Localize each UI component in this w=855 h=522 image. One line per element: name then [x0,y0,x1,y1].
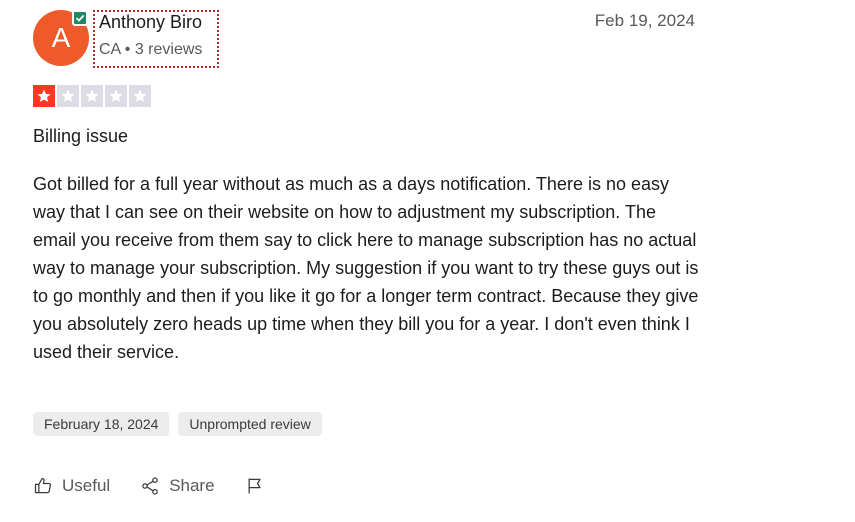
thumbs-up-icon [34,477,51,494]
share-label: Share [169,476,215,495]
verified-badge-icon [72,10,88,26]
report-button[interactable] [245,476,265,496]
review-type-tag[interactable]: Unprompted review [178,412,322,436]
star-rating [33,85,151,107]
review-actions: Useful Share [33,476,295,496]
star-icon-filled [33,85,55,107]
review-title[interactable]: Billing issue [33,126,128,147]
review-tags: February 18, 2024 Unprompted review [33,412,322,436]
share-icon [142,477,158,495]
experience-date-tag: February 18, 2024 [33,412,170,436]
star-icon-empty [81,85,103,107]
star-icon-empty [129,85,151,107]
avatar-initial: A [51,22,71,53]
flag-icon [248,478,261,494]
star-icon [109,89,123,102]
review-date: Feb 19, 2024 [594,11,695,30]
check-icon [75,14,85,22]
share-button[interactable]: Share [140,476,215,496]
review-body: Got billed for a full year without as mu… [33,174,699,362]
star-icon [61,89,75,102]
author-meta: CA • 3 reviews [99,41,203,58]
star-icon [133,89,147,102]
useful-button[interactable]: Useful [33,476,110,496]
star-icon [85,89,99,102]
useful-label: Useful [62,476,111,495]
star-icon-empty [57,85,79,107]
star-icon [37,89,51,102]
author-name[interactable]: Anthony Biro [99,12,202,33]
star-icon-empty [105,85,127,107]
